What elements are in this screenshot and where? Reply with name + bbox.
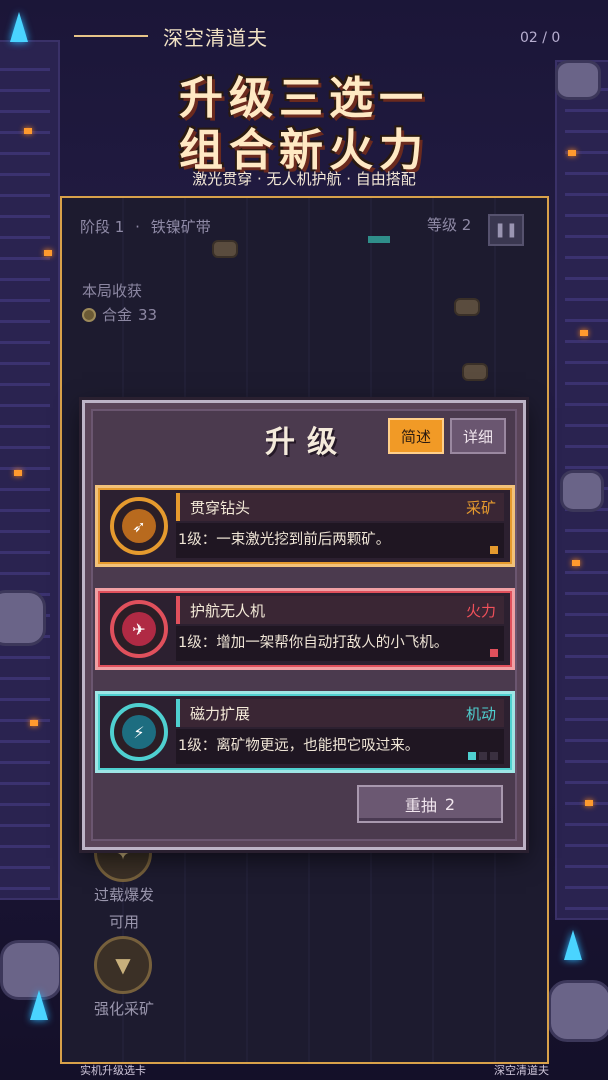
asteroid-rock [0,590,46,646]
drill-bit-icon: ➶ [122,509,156,543]
stage-label: 阶段 [80,218,111,236]
crystal-shard [10,12,28,42]
crystal-shard [564,930,582,960]
card-level-pips [490,546,498,554]
card-medal: ➶ [110,497,168,555]
ore-debris [212,240,238,258]
haul-title: 本局收获 [82,282,143,300]
card-category: 采矿 [465,499,496,517]
card-description: 1级：离矿物更远，也能把它吸过来。 [178,738,420,754]
subheadline: 激光贯穿 · 无人机护航 · 自由搭配 [192,170,416,188]
magnet-bolt-icon: ⚡ [122,715,156,749]
currency-row: 合金 33 [82,304,157,325]
card-description: 1级：一束激光挖到前后两颗矿。 [178,532,391,548]
drill-skill-button[interactable]: ▼ [94,936,152,994]
upgrade-card-drone[interactable]: ✈ 护航无人机 火力 1级：增加一架帮你自动打敌人的小飞机。 [95,588,515,670]
level-label: 等级 [427,216,458,234]
burst-skill-status: 可用 [108,913,139,931]
asteroid-rock [548,980,608,1042]
tower-lamp [44,250,52,256]
pause-icon: ❚❚ [494,222,518,238]
level-number: 2 [461,216,472,234]
ore-debris [454,298,480,316]
ore-debris [462,363,488,381]
level-pip-empty [490,752,498,760]
card-category: 机动 [465,705,496,723]
card-level-pips [468,752,498,760]
header-rule [74,35,148,37]
level-pip-filled [490,546,498,554]
drone-icon: ✈ [122,612,156,646]
card-medal: ⚡ [110,703,168,761]
asteroid-rock [560,470,604,512]
tower-lamp [572,560,580,566]
game-name: 深空清道夫 [163,26,268,50]
tower-lamp [14,470,22,476]
reroll-label: 重抽 [404,796,437,815]
card-name: 贯穿钻头 [190,499,251,517]
card-description: 1级：增加一架帮你自动打敌人的小飞机。 [178,635,449,651]
footer-caption: 实机升级选卡 [80,1064,146,1077]
tab-detail[interactable]: 详细 [450,418,506,454]
card-level-pips [490,649,498,657]
upgrade-card-drill[interactable]: ➶ 贯穿钻头 采矿 1级：一束激光挖到前后两颗矿。 [95,485,515,567]
stage-name: 铁镍矿带 [150,218,211,236]
reroll-count: 2 [444,794,456,814]
card-name: 磁力扩展 [190,705,251,723]
level-pip-filled [468,752,476,760]
card-name: 护航无人机 [190,602,266,620]
experience-bar [368,236,390,243]
footer-brand: 深空清道夫 [494,1064,549,1077]
currency-name: 合金 [102,306,133,324]
tower-lamp [585,800,593,806]
pause-button[interactable]: ❚❚ [488,214,524,246]
stage-separator: · [135,218,140,236]
tower-lamp [580,330,588,336]
tower-lamp [30,720,38,726]
upgrade-card-magnet[interactable]: ⚡ 磁力扩展 机动 1级：离矿物更远，也能把它吸过来。 [95,691,515,773]
reroll-button[interactable]: 重抽 2 [357,785,503,823]
burst-skill-label: 过载爆发 [93,886,154,904]
level-pip-empty [479,752,487,760]
level-pip-filled [490,649,498,657]
currency-amount: 33 [138,305,158,324]
tab-brief[interactable]: 简述 [388,418,444,454]
stage-number: 1 [114,218,125,236]
card-category: 火力 [465,602,496,620]
drill-icon: ▼ [115,953,131,977]
stage-indicator: 阶段 1 · 铁镍矿带 [80,216,211,237]
alloy-coin-icon [82,307,96,322]
upgrade-dialog: 升级 简述 详细 ➶ 贯穿钻头 采矿 1级：一束激光挖到前后两颗矿。 ✈ 护航无… [82,400,526,850]
level-indicator: 等级 2 [427,214,471,235]
page-counter: 02 / 0 [520,30,561,46]
card-medal: ✈ [110,600,168,658]
crystal-shard [30,990,48,1020]
drill-skill-label: 强化采矿 [93,1000,154,1018]
